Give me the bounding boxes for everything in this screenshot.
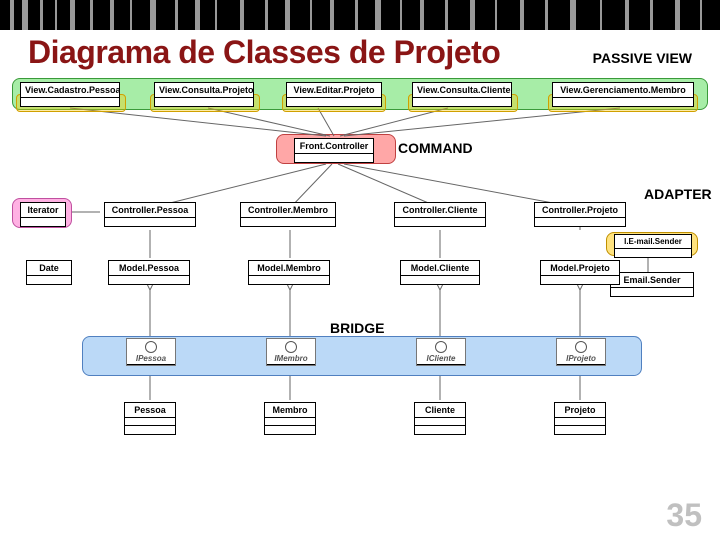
- class-name: Iterator: [21, 203, 65, 218]
- cliente: Cliente: [414, 402, 466, 435]
- class-name: View.Cadastro.Pessoa: [21, 83, 119, 98]
- view-editar-projeto: View.Editar.Projeto: [286, 82, 382, 107]
- class-name: Controller.Projeto: [535, 203, 625, 218]
- interface-icon: [145, 341, 157, 353]
- imembro: IMembro: [266, 338, 316, 366]
- pessoa: Pessoa: [124, 402, 176, 435]
- model-membro: Model.Membro: [248, 260, 330, 285]
- iprojeto: IProjeto: [556, 338, 606, 366]
- class-name: Controller.Membro: [241, 203, 335, 218]
- class-name: Membro: [265, 403, 315, 418]
- controller-projeto: Controller.Projeto: [534, 202, 626, 227]
- class-name: View.Consulta.Projeto: [155, 83, 253, 98]
- pattern-passive-view: PASSIVE VIEW: [593, 50, 692, 66]
- projeto: Projeto: [554, 402, 606, 435]
- class-name: Cliente: [415, 403, 465, 418]
- class-name: View.Gerenciamento.Membro: [553, 83, 693, 98]
- class-name: Front.Controller: [295, 139, 373, 154]
- interface-icon: [435, 341, 447, 353]
- diagram-canvas: View.Cadastro.Pessoa View.Consulta.Proje…: [0, 78, 720, 508]
- class-name: Controller.Cliente: [395, 203, 485, 218]
- class-name: Projeto: [555, 403, 605, 418]
- model-projeto: Model.Projeto: [540, 260, 620, 285]
- class-name: View.Editar.Projeto: [287, 83, 381, 98]
- class-name: Model.Pessoa: [109, 261, 189, 276]
- class-name: View.Consulta.Cliente: [413, 83, 511, 98]
- controller-pessoa: Controller.Pessoa: [104, 202, 196, 227]
- view-cadastro-pessoa: View.Cadastro.Pessoa: [20, 82, 120, 107]
- class-name: Date: [27, 261, 71, 276]
- model-pessoa: Model.Pessoa: [108, 260, 190, 285]
- class-name: Model.Membro: [249, 261, 329, 276]
- class-name: Email.Sender: [611, 273, 693, 288]
- class-name: IPessoa: [127, 353, 175, 365]
- class-name: Pessoa: [125, 403, 175, 418]
- class-name: Model.Projeto: [541, 261, 619, 276]
- controller-cliente: Controller.Cliente: [394, 202, 486, 227]
- interface-icon: [575, 341, 587, 353]
- class-name: Model.Cliente: [401, 261, 479, 276]
- membro: Membro: [264, 402, 316, 435]
- iterator: Iterator: [20, 202, 66, 227]
- model-cliente: Model.Cliente: [400, 260, 480, 285]
- imail-sender: I.E-mail.Sender: [614, 234, 692, 258]
- email-sender: Email.Sender: [610, 272, 694, 297]
- class-name: Controller.Pessoa: [105, 203, 195, 218]
- ipessoa: IPessoa: [126, 338, 176, 366]
- decorative-top-strip: [0, 0, 720, 30]
- interface-icon: [285, 341, 297, 353]
- pattern-command: COMMAND: [398, 140, 473, 156]
- view-gerenciamento-membro: View.Gerenciamento.Membro: [552, 82, 694, 107]
- view-consulta-projeto: View.Consulta.Projeto: [154, 82, 254, 107]
- view-consulta-cliente: View.Consulta.Cliente: [412, 82, 512, 107]
- icliente: ICliente: [416, 338, 466, 366]
- date: Date: [26, 260, 72, 285]
- controller-membro: Controller.Membro: [240, 202, 336, 227]
- class-name: IMembro: [267, 353, 315, 365]
- class-name: I.E-mail.Sender: [615, 235, 691, 249]
- class-name: ICliente: [417, 353, 465, 365]
- front-controller: Front.Controller: [294, 138, 374, 163]
- pattern-bridge: BRIDGE: [330, 320, 384, 336]
- slide-title: Diagrama de Classes de Projeto: [28, 34, 500, 71]
- page-number: 35: [666, 497, 702, 534]
- class-name: IProjeto: [557, 353, 605, 365]
- pattern-adapter: ADAPTER: [644, 186, 712, 202]
